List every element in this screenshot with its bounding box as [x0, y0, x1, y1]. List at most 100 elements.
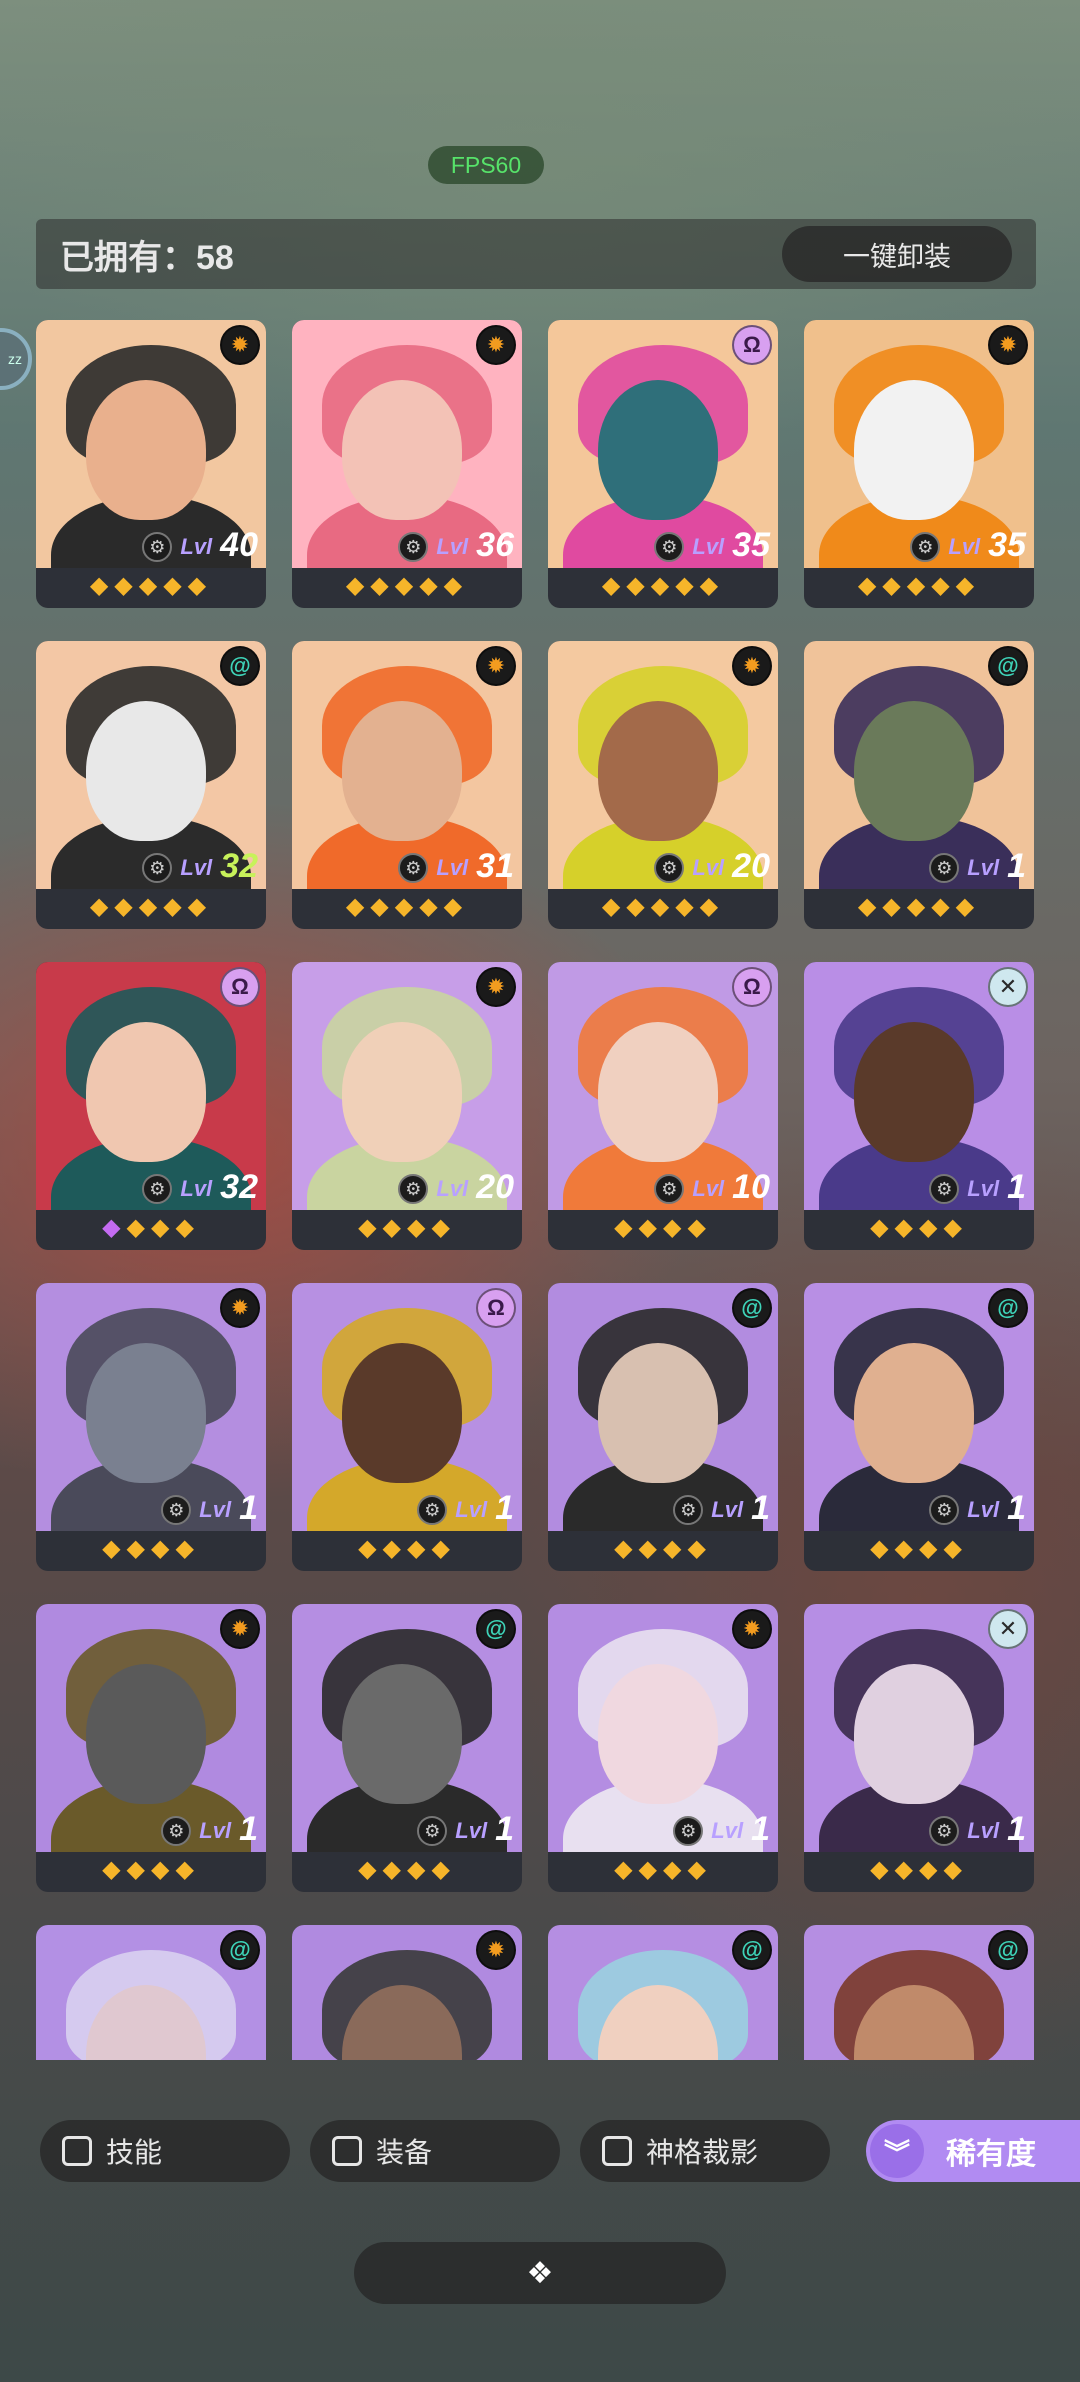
filter-divinity-checkbox[interactable]	[602, 2136, 632, 2166]
level-label: Lvl	[967, 1818, 1000, 1843]
sun-emblem-icon: ✹	[476, 646, 516, 686]
level-label: Lvl	[436, 534, 469, 559]
character-card[interactable]: Ω ⚙ Lvl 32 ◆◆◆◆	[36, 962, 266, 1250]
level-value: 1	[1007, 847, 1026, 885]
level-row: ⚙ Lvl 1	[929, 849, 1026, 883]
character-card[interactable]: Ω ⚙ Lvl 1 ◆◆◆◆	[292, 1283, 522, 1571]
character-card[interactable]: ✹ ⚙ Lvl 36 ◆◆◆◆◆	[292, 320, 522, 608]
level-label: Lvl	[455, 1497, 488, 1522]
sun-emblem-icon: ✹	[476, 1930, 516, 1970]
weapon-slot-icon[interactable]: ⚙	[142, 532, 173, 562]
spiral-emblem-icon: @	[220, 646, 260, 686]
character-card[interactable]: ✹ ⚙ Lvl 1 ◆◆◆◆	[36, 1604, 266, 1892]
rarity-sort-button[interactable]: ︾ 稀有度	[866, 2120, 1080, 2182]
level-row: ⚙ Lvl 40	[142, 528, 258, 562]
expand-diamonds-icon: ❖	[526, 2256, 554, 2290]
level-row: ⚙ Lvl 20	[398, 1170, 514, 1204]
character-card[interactable]: ✹ ⚙ Lvl 1 ◆◆◆◆	[548, 1604, 778, 1892]
level-value: 1	[751, 1489, 770, 1527]
sun-emblem-icon: ✹	[476, 325, 516, 365]
character-card[interactable]: @ ⚙ Lvl 1 ◆◆◆◆	[804, 1283, 1034, 1571]
character-card[interactable]: ✹ ⚙ Lvl 20 ◆◆◆◆	[292, 962, 522, 1250]
weapon-slot-icon[interactable]: ⚙	[929, 853, 960, 883]
star-rating: ◆◆◆◆◆	[345, 893, 469, 920]
character-card[interactable]: ✕ ⚙ Lvl 1 ◆◆◆◆	[804, 1604, 1034, 1892]
character-card[interactable]: @ ⚙ Lvl 1 ◆◆◆◆	[548, 1283, 778, 1571]
character-card[interactable]: @ ⚙ Lvl 1 ◆◆◆◆◆	[804, 641, 1034, 929]
omega-emblem-icon: Ω	[220, 967, 260, 1007]
level-label: Lvl	[180, 855, 213, 880]
level-row: ⚙ Lvl 1	[673, 1812, 770, 1846]
level-value: 1	[1007, 1810, 1026, 1848]
level-row: ⚙ Lvl 32	[142, 1170, 258, 1204]
character-card[interactable]: @	[804, 1925, 1034, 2060]
character-card[interactable]: ✹ ⚙ Lvl 31 ◆◆◆◆◆	[292, 641, 522, 929]
filter-skill-checkbox[interactable]	[62, 2136, 92, 2166]
character-card[interactable]: ✹ ⚙ Lvl 40 ◆◆◆◆◆	[36, 320, 266, 608]
weapon-slot-icon[interactable]: ⚙	[398, 532, 429, 562]
star-rating: ◆◆◆◆	[614, 1535, 712, 1562]
character-card[interactable]: ✹ ⚙ Lvl 1 ◆◆◆◆	[36, 1283, 266, 1571]
character-card[interactable]: @	[548, 1925, 778, 2060]
weapon-slot-icon[interactable]: ⚙	[398, 1174, 429, 1204]
star-rating: ◆◆◆◆◆	[601, 572, 725, 599]
unequip-all-button[interactable]: 一键卸装	[782, 226, 1012, 282]
weapon-slot-icon[interactable]: ⚙	[417, 1495, 448, 1525]
cross-emblem-icon: ✕	[988, 1609, 1028, 1649]
character-card[interactable]: ✹ ⚙ Lvl 20 ◆◆◆◆◆	[548, 641, 778, 929]
sun-emblem-icon: ✹	[220, 1288, 260, 1328]
star-rating: ◆◆◆◆	[870, 1214, 968, 1241]
side-tab[interactable]: zz	[0, 328, 32, 390]
filter-equipment-checkbox[interactable]	[332, 2136, 362, 2166]
weapon-slot-icon[interactable]: ⚙	[142, 853, 173, 883]
rarity-sort-label: 稀有度	[946, 2138, 1036, 2171]
weapon-slot-icon[interactable]: ⚙	[929, 1174, 960, 1204]
character-card[interactable]: ✕ ⚙ Lvl 1 ◆◆◆◆	[804, 962, 1034, 1250]
filter-equipment[interactable]: 装备	[310, 2120, 560, 2182]
filter-divinity[interactable]: 神格裁影	[580, 2120, 830, 2182]
level-label: Lvl	[692, 534, 725, 559]
character-card[interactable]: @ ⚙ Lvl 1 ◆◆◆◆	[292, 1604, 522, 1892]
fps-indicator: FPS60	[428, 146, 544, 184]
weapon-slot-icon[interactable]: ⚙	[929, 1816, 960, 1846]
weapon-slot-icon[interactable]: ⚙	[673, 1816, 704, 1846]
spiral-emblem-icon: @	[732, 1930, 772, 1970]
character-card[interactable]: Ω ⚙ Lvl 35 ◆◆◆◆◆	[548, 320, 778, 608]
character-card[interactable]: @	[36, 1925, 266, 2060]
weapon-slot-icon[interactable]: ⚙	[417, 1816, 448, 1846]
cross-emblem-icon: ✕	[988, 967, 1028, 1007]
character-card[interactable]: Ω ⚙ Lvl 10 ◆◆◆◆	[548, 962, 778, 1250]
character-card[interactable]: @ ⚙ Lvl 32 ◆◆◆◆◆	[36, 641, 266, 929]
sun-emblem-icon: ✹	[220, 325, 260, 365]
filter-skill[interactable]: 技能	[40, 2120, 290, 2182]
weapon-slot-icon[interactable]: ⚙	[398, 853, 429, 883]
weapon-slot-icon[interactable]: ⚙	[654, 1174, 685, 1204]
weapon-slot-icon[interactable]: ⚙	[673, 1495, 704, 1525]
level-label: Lvl	[180, 534, 213, 559]
star-rating: ◆◆◆◆	[358, 1214, 456, 1241]
spiral-emblem-icon: @	[476, 1609, 516, 1649]
character-card[interactable]: ✹	[292, 1925, 522, 2060]
weapon-slot-icon[interactable]: ⚙	[654, 532, 685, 562]
weapon-slot-icon[interactable]: ⚙	[161, 1816, 192, 1846]
weapon-slot-icon[interactable]: ⚙	[142, 1174, 173, 1204]
character-card[interactable]: ✹ ⚙ Lvl 35 ◆◆◆◆◆	[804, 320, 1034, 608]
level-value: 1	[1007, 1168, 1026, 1206]
weapon-slot-icon[interactable]: ⚙	[161, 1495, 192, 1525]
character-grid[interactable]: ✹ ⚙ Lvl 40 ◆◆◆◆◆ ✹ ⚙ Lvl 36 ◆◆◆◆◆ Ω ⚙ Lvl 35 ◆◆◆◆◆ ✹ ⚙ Lv…	[36, 320, 1036, 2060]
weapon-slot-icon[interactable]: ⚙	[910, 532, 941, 562]
level-row: ⚙ Lvl 20	[654, 849, 770, 883]
expand-panel-button[interactable]: ❖	[354, 2242, 726, 2304]
level-label: Lvl	[692, 855, 725, 880]
level-value: 35	[732, 526, 770, 564]
star-rating: ◆◆◆◆◆	[89, 572, 213, 599]
weapon-slot-icon[interactable]: ⚙	[654, 853, 685, 883]
weapon-slot-icon[interactable]: ⚙	[929, 1495, 960, 1525]
level-row: ⚙ Lvl 36	[398, 528, 514, 562]
level-value: 36	[476, 526, 514, 564]
level-value: 32	[220, 847, 258, 885]
sun-emblem-icon: ✹	[220, 1609, 260, 1649]
filter-skill-label: 技能	[106, 2137, 163, 2168]
level-label: Lvl	[967, 1176, 1000, 1201]
star-rating: ◆◆◆◆◆	[89, 893, 213, 920]
